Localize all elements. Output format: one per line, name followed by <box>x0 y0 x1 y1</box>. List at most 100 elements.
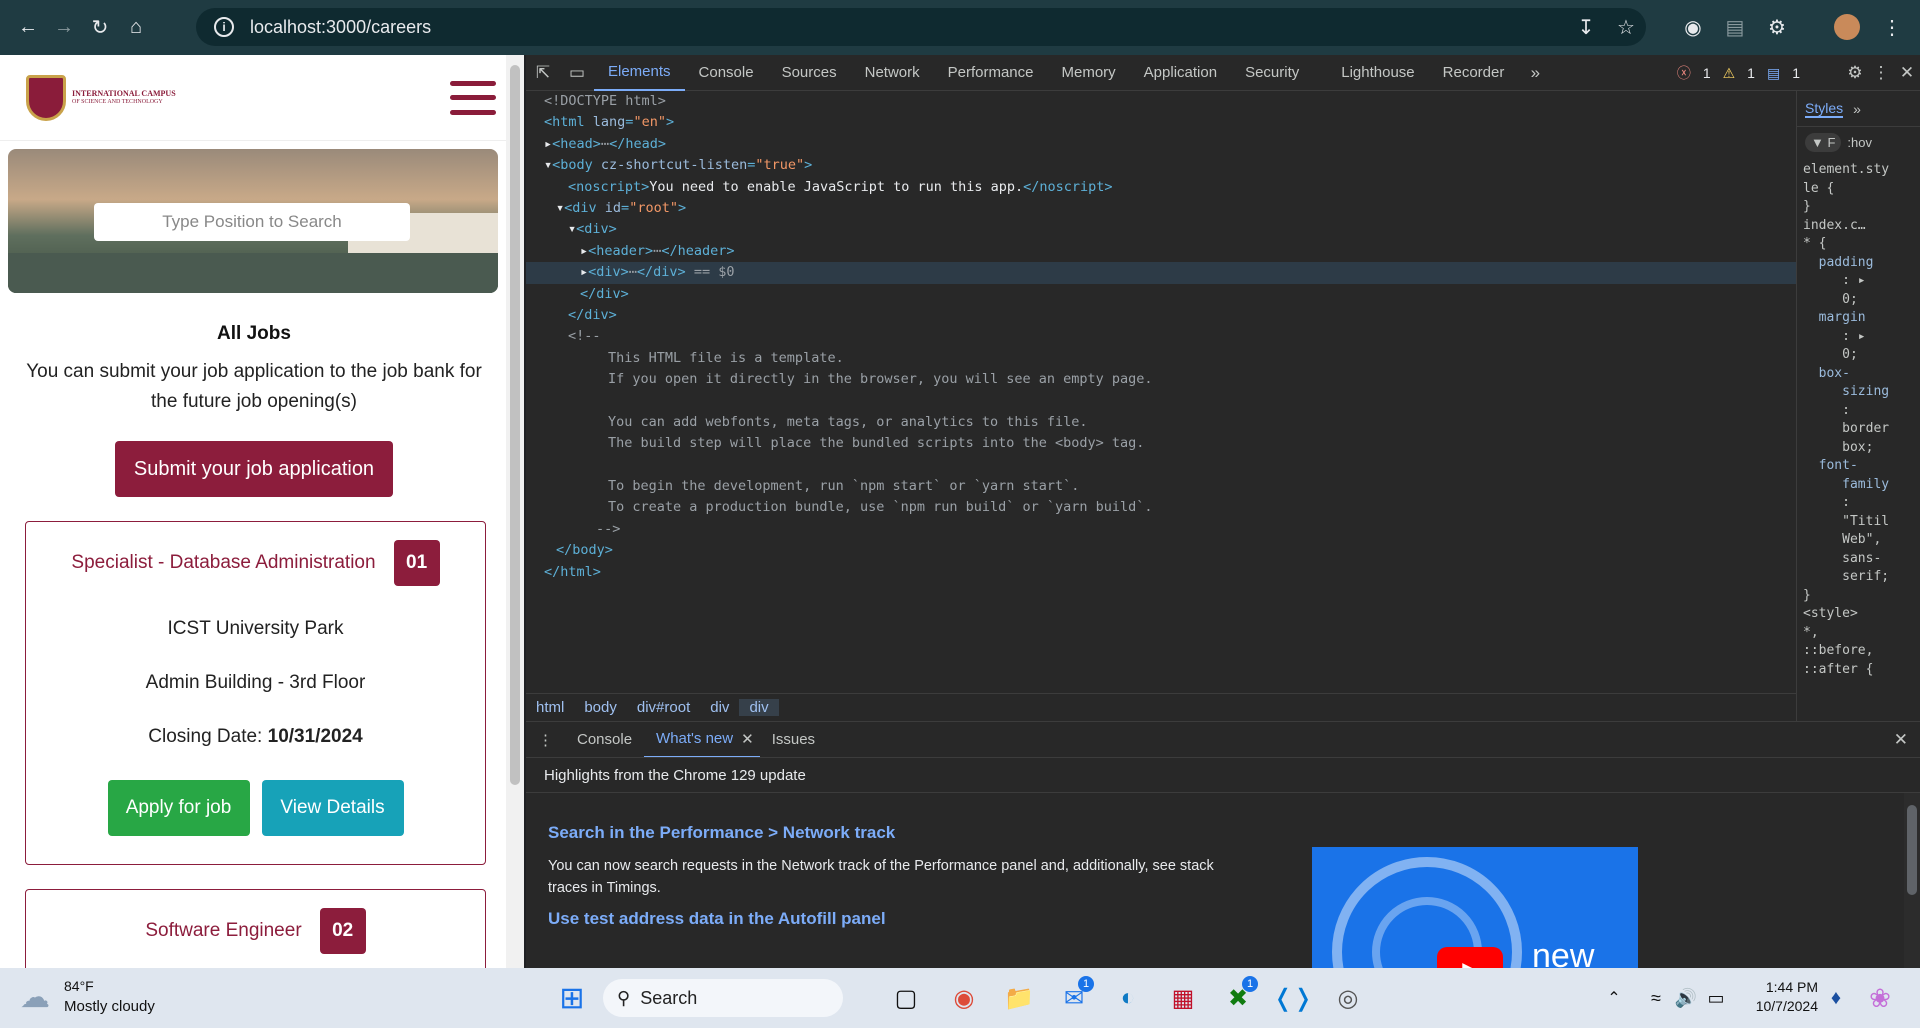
style-rule-line[interactable]: 0; <box>1803 346 1914 365</box>
style-rule-line[interactable]: * { <box>1803 235 1914 254</box>
style-rule-line[interactable]: } <box>1803 587 1914 606</box>
close-drawer-icon[interactable]: ✕ <box>1894 730 1908 750</box>
dom-line[interactable]: </div> <box>526 305 1796 326</box>
style-rule-line[interactable]: "Titil <box>1803 513 1914 532</box>
tab-security[interactable]: Security <box>1231 55 1313 91</box>
battery-icon[interactable]: ▭ <box>1696 978 1736 1018</box>
bookmark-star-icon[interactable]: ☆ <box>1607 8 1645 46</box>
style-rule-line[interactable]: box- <box>1803 365 1914 384</box>
style-rule-line[interactable]: family <box>1803 476 1914 495</box>
style-rule-line[interactable]: <style> <box>1803 605 1914 624</box>
dom-line[interactable]: <!DOCTYPE html> <box>526 91 1796 112</box>
style-rule-line[interactable]: border <box>1803 420 1914 439</box>
dom-line[interactable]: ▾<div> <box>526 219 1796 240</box>
dom-line[interactable]: ▸<header>⋯</header> <box>526 241 1796 262</box>
inspect-element-icon[interactable]: ⇱ <box>526 55 560 91</box>
style-rule-line[interactable]: sans- <box>1803 550 1914 569</box>
drawer-tab-console[interactable]: Console <box>565 731 644 748</box>
profile-extension-icon[interactable]: ◉ <box>1674 8 1712 46</box>
dom-line[interactable]: ▾<div id="root"> <box>526 198 1796 219</box>
style-rule-line[interactable]: ::before, <box>1803 642 1914 661</box>
tab-elements[interactable]: Elements <box>594 55 685 91</box>
tab-performance[interactable]: Performance <box>934 55 1048 91</box>
collapse-triangle-icon[interactable]: ▾ <box>544 157 552 173</box>
style-rule-line[interactable]: sizing <box>1803 383 1914 402</box>
comment-line[interactable]: To create a production bundle, use `npm … <box>526 497 1796 518</box>
tab-lighthouse[interactable]: Lighthouse <box>1327 55 1428 91</box>
collapse-triangle-icon[interactable]: ▾ <box>568 221 576 237</box>
apply-for-job-button[interactable]: Apply for job <box>107 780 250 836</box>
dom-line[interactable]: ▾<body cz-shortcut-listen="true"> <box>526 155 1796 176</box>
taskbar-search-input[interactable]: ⚲ Search <box>603 979 843 1017</box>
submit-application-button[interactable]: Submit your job application <box>115 441 393 497</box>
more-tabs-chevron-icon[interactable]: » <box>1518 55 1552 91</box>
hamburger-menu-icon[interactable] <box>450 77 496 119</box>
comment-line[interactable]: The build step will place the bundled sc… <box>526 433 1796 454</box>
close-tab-icon[interactable]: ✕ <box>741 730 754 748</box>
styles-filter-input[interactable]: ▼ F <box>1805 132 1842 152</box>
style-rule-line[interactable]: serif; <box>1803 568 1914 587</box>
dom-line[interactable]: <!-- <box>526 326 1796 347</box>
whats-new-video-thumbnail[interactable]: ▶ new <box>1312 847 1638 968</box>
app-icon[interactable]: ▦ <box>1163 978 1203 1018</box>
style-rule-line[interactable]: } <box>1803 198 1914 217</box>
issue-counters[interactable]: ⓧ 1 ⚠ 1 ▤ 1 <box>1677 55 1800 91</box>
extensions-puzzle-icon[interactable]: ⚙ <box>1758 8 1796 46</box>
app-icon[interactable]: ◎ <box>1328 978 1368 1018</box>
breadcrumb-item[interactable]: body <box>574 699 627 716</box>
position-search-input[interactable]: Type Position to Search <box>94 203 410 241</box>
whats-new-heading[interactable]: Use test address data in the Autofill pa… <box>548 909 1920 929</box>
device-toolbar-icon[interactable]: ▭ <box>560 55 594 91</box>
style-rule-line[interactable]: ::after { <box>1803 661 1914 680</box>
style-rule-line[interactable]: box; <box>1803 439 1914 458</box>
drawer-tab-whats-new[interactable]: What's new ✕ <box>644 722 760 758</box>
breadcrumb-item[interactable]: div <box>700 699 739 716</box>
dom-line[interactable]: </body> <box>526 540 1796 561</box>
edge-icon[interactable]: ◐ <box>1108 978 1148 1018</box>
expand-triangle-icon[interactable]: ▸ <box>544 136 552 152</box>
comment-line[interactable]: To begin the development, run `npm start… <box>526 476 1796 497</box>
comment-line[interactable] <box>526 390 1796 411</box>
notification-bell-icon[interactable]: ♦ <box>1816 978 1856 1018</box>
dom-line[interactable]: </div> <box>526 284 1796 305</box>
whats-new-heading[interactable]: Search in the Performance > Network trac… <box>548 823 1920 843</box>
style-rule-line[interactable]: element.sty <box>1803 161 1914 180</box>
vscode-icon[interactable]: ❬❭ <box>1273 978 1313 1018</box>
tab-memory[interactable]: Memory <box>1048 55 1130 91</box>
expand-triangle-icon[interactable]: ▸ <box>580 264 588 280</box>
clock[interactable]: 1:44 PM 10/7/2024 <box>1750 978 1818 1016</box>
task-view-icon[interactable]: ▢ <box>886 978 926 1018</box>
copilot-icon[interactable]: ❀ <box>1860 978 1900 1018</box>
comment-line[interactable] <box>526 455 1796 476</box>
tab-recorder[interactable]: Recorder <box>1429 55 1519 91</box>
style-rule-line[interactable]: : <box>1803 494 1914 513</box>
address-bar[interactable]: i localhost:3000/careers <box>196 8 1646 46</box>
tab-search-icon[interactable]: ▤ <box>1716 8 1754 46</box>
comment-line[interactable]: If you open it directly in the browser, … <box>526 369 1796 390</box>
weather-cloud-icon[interactable]: ☁ <box>20 980 56 1016</box>
tab-network[interactable]: Network <box>851 55 934 91</box>
chrome-icon[interactable]: ◉ <box>944 978 984 1018</box>
close-devtools-icon[interactable]: ✕ <box>1890 55 1920 91</box>
dom-line-selected[interactable]: ▸<div>⋯</div> == $0 <box>526 262 1796 284</box>
tab-console[interactable]: Console <box>685 55 768 91</box>
chevron-up-icon[interactable]: ⌃ <box>1594 978 1634 1018</box>
site-info-icon[interactable]: i <box>214 17 234 37</box>
home-icon[interactable]: ⌂ <box>114 5 158 49</box>
collapse-triangle-icon[interactable]: ▾ <box>556 200 564 216</box>
xbox-icon[interactable]: ✖ 1 <box>1218 976 1258 1018</box>
breadcrumb-item[interactable]: html <box>526 699 574 716</box>
avatar[interactable] <box>1828 8 1866 46</box>
breadcrumb-item[interactable]: div#root <box>627 699 700 716</box>
tab-sources[interactable]: Sources <box>768 55 851 91</box>
drawer-scrollbar[interactable] <box>1904 793 1920 968</box>
page-scrollbar[interactable] <box>506 55 524 968</box>
dom-line[interactable]: <html lang="en"> <box>526 112 1796 133</box>
dom-line[interactable]: <noscript>You need to enable JavaScript … <box>526 177 1796 198</box>
hov-toggle[interactable]: :hov <box>1847 135 1872 150</box>
tab-styles[interactable]: Styles <box>1805 100 1844 118</box>
install-app-icon[interactable]: ↧ <box>1567 8 1605 46</box>
windows-start-icon[interactable]: ⊞ <box>552 978 592 1018</box>
style-rule-line[interactable]: padding <box>1803 254 1914 273</box>
dom-line[interactable]: --> <box>526 519 1796 540</box>
